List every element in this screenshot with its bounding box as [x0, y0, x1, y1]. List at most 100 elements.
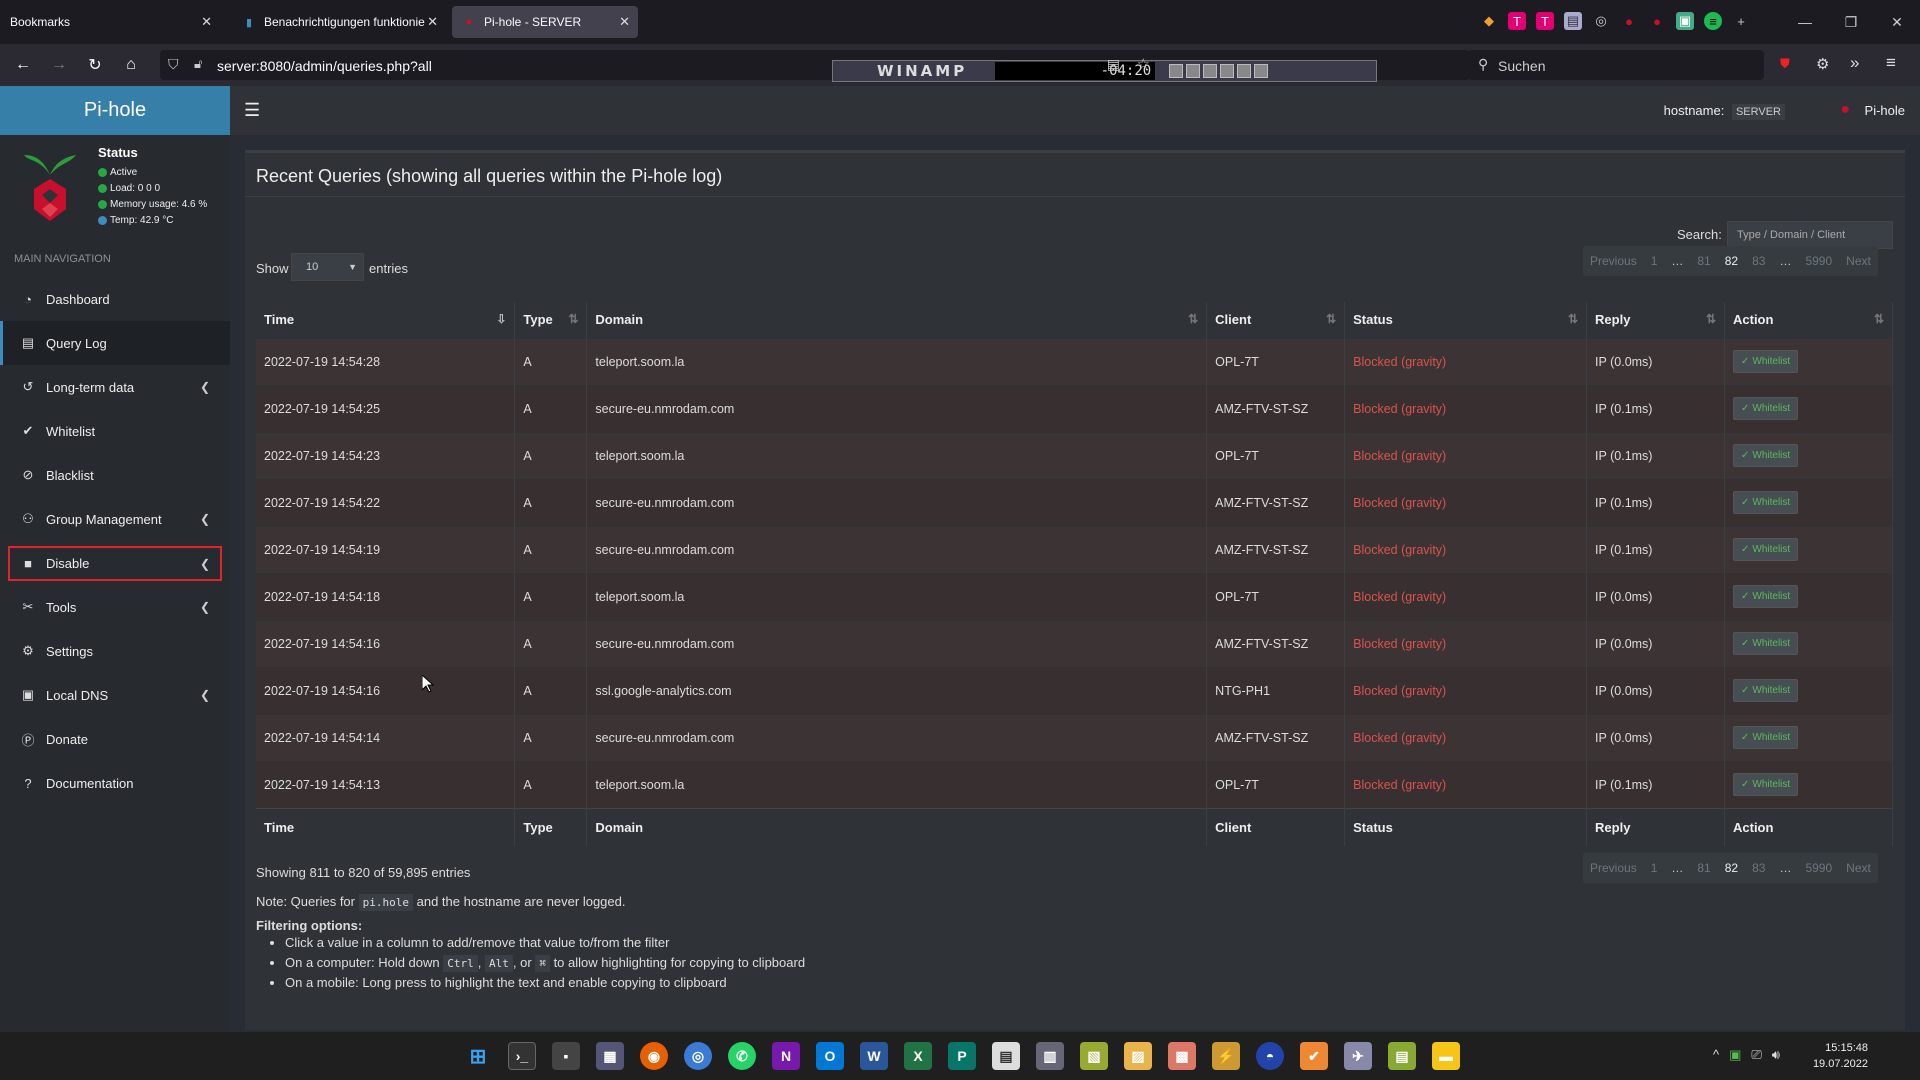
word-icon[interactable]: W — [860, 1042, 888, 1070]
chevron-up-icon[interactable]: ^ — [1713, 1047, 1719, 1063]
column-header-reply[interactable]: Reply ⇅ — [1586, 302, 1725, 338]
entries-select[interactable]: 10 ▼ — [291, 253, 364, 281]
tab-pihole[interactable]: ● Pi-hole - SERVER ✕ — [452, 6, 638, 38]
cell-type[interactable]: A — [514, 713, 588, 761]
hamburger-icon[interactable]: ☰ — [244, 100, 260, 121]
cell-client[interactable]: AMZ-FTV-ST-SZ — [1206, 525, 1346, 573]
pager-page[interactable]: 5990 — [1798, 853, 1839, 883]
whitelist-button[interactable]: ✓ Whitelist — [1733, 773, 1799, 796]
app-icon[interactable]: ▨ — [1124, 1042, 1152, 1070]
pager-page[interactable]: 1 — [1644, 246, 1665, 276]
sidebar-item-tools[interactable]: ✂ Tools ❮ — [0, 585, 230, 629]
eject-icon[interactable] — [1254, 64, 1269, 78]
pager-page[interactable]: 83 — [1745, 246, 1772, 276]
whitelist-button[interactable]: ✓ Whitelist — [1733, 397, 1799, 420]
cell-status[interactable]: Blocked (gravity) — [1344, 431, 1588, 479]
calculator-icon[interactable]: ▦ — [596, 1042, 624, 1070]
app-icon[interactable]: ▪ — [552, 1042, 580, 1070]
sidebar-item-disable[interactable]: ■ Disable ❮ — [8, 546, 222, 581]
app-icon[interactable]: ◓ — [1256, 1042, 1284, 1070]
globe-icon[interactable]: ◎ — [1592, 12, 1610, 30]
cell-status[interactable]: Blocked (gravity) — [1344, 384, 1588, 432]
cell-type[interactable]: A — [514, 337, 588, 385]
column-header-action[interactable]: Action ⇅ — [1724, 302, 1893, 338]
play-icon[interactable] — [1186, 64, 1201, 78]
extension-icon[interactable]: ▤ — [1564, 12, 1582, 30]
pause-icon[interactable] — [1203, 64, 1218, 78]
cell-reply[interactable]: IP (0.0ms) — [1586, 572, 1725, 620]
tray-app-icon[interactable]: ▣ — [1729, 1047, 1741, 1063]
sidebar-item-query-log[interactable]: ▤ Query Log — [0, 321, 230, 365]
shield-icon[interactable]: ⛉ — [168, 56, 179, 73]
close-icon[interactable]: ✕ — [201, 14, 212, 30]
cell-client[interactable]: OPL-7T — [1206, 431, 1346, 479]
cell-time[interactable]: 2022-07-19 14:54:22 — [256, 478, 516, 526]
cell-status[interactable]: Blocked (gravity) — [1344, 337, 1588, 385]
pager-previous[interactable]: Previous — [1583, 246, 1644, 276]
menu-icon[interactable]: ≡ — [1886, 53, 1896, 73]
sidebar-item-whitelist[interactable]: ✔ Whitelist — [0, 409, 230, 453]
cell-client[interactable]: AMZ-FTV-ST-SZ — [1206, 478, 1346, 526]
explorer-icon[interactable]: ▬ — [1432, 1042, 1460, 1070]
cell-time[interactable]: 2022-07-19 14:54:14 — [256, 713, 516, 761]
cell-type[interactable]: A — [514, 760, 588, 808]
address-bar[interactable]: ⛉ 🔓︎ server:8080/admin/queries.php?all W… — [160, 50, 1470, 82]
app-icon[interactable]: ✔ — [1300, 1042, 1328, 1070]
cell-reply[interactable]: IP (0.1ms) — [1586, 478, 1725, 526]
cell-time[interactable]: 2022-07-19 14:54:18 — [256, 572, 516, 620]
windows-start-icon[interactable]: ⊞ — [464, 1042, 492, 1070]
firefox-icon[interactable]: ◉ — [640, 1042, 668, 1070]
cell-domain[interactable]: teleport.soom.la — [586, 337, 1208, 385]
cell-reply[interactable]: IP (0.0ms) — [1586, 337, 1725, 385]
cell-time[interactable]: 2022-07-19 14:54:13 — [256, 760, 516, 808]
cell-domain[interactable]: secure-eu.nmrodam.com — [586, 619, 1208, 667]
volume-icon[interactable]: 🔊︎ — [1772, 1047, 1780, 1063]
whitelist-button[interactable]: ✓ Whitelist — [1733, 444, 1799, 467]
cell-reply[interactable]: IP (0.1ms) — [1586, 525, 1725, 573]
pager-previous[interactable]: Previous — [1583, 853, 1644, 883]
whitelist-button[interactable]: ✓ Whitelist — [1733, 538, 1799, 561]
cell-domain[interactable]: secure-eu.nmrodam.com — [586, 384, 1208, 432]
cell-status[interactable]: Blocked (gravity) — [1344, 713, 1588, 761]
cell-domain[interactable]: teleport.soom.la — [586, 572, 1208, 620]
column-header-time[interactable]: Time ⇩ — [256, 302, 516, 338]
whitelist-button[interactable]: ✓ Whitelist — [1733, 726, 1799, 749]
sidebar-item-long-term-data[interactable]: ↺ Long-term data ❮ — [0, 365, 230, 409]
pager-current-page[interactable]: 82 — [1718, 853, 1745, 883]
extension-icon[interactable]: T — [1508, 12, 1526, 30]
close-window-icon[interactable]: ✕ — [1874, 0, 1920, 44]
sidebar-item-local-dns[interactable]: ▣ Local DNS ❮ — [0, 673, 230, 717]
winamp-bar[interactable]: WINAMP -04:20 — [832, 60, 1377, 82]
pager-next[interactable]: Next — [1839, 246, 1878, 276]
app-icon[interactable]: ▤ — [1388, 1042, 1416, 1070]
cell-domain[interactable]: secure-eu.nmrodam.com — [586, 713, 1208, 761]
lock-icon[interactable]: 🔓︎ — [194, 56, 202, 72]
cell-type[interactable]: A — [514, 431, 588, 479]
cell-domain[interactable]: ssl.google-analytics.com — [586, 666, 1208, 714]
cell-time[interactable]: 2022-07-19 14:54:23 — [256, 431, 516, 479]
whitelist-button[interactable]: ✓ Whitelist — [1733, 491, 1799, 514]
onenote-icon[interactable]: N — [772, 1042, 800, 1070]
extensions-icon[interactable]: ⚙ — [1816, 55, 1829, 73]
sidebar-item-blacklist[interactable]: ⊘ Blacklist — [0, 453, 230, 497]
search-bar[interactable]: ⚲ Suchen — [1468, 50, 1764, 80]
cell-status[interactable]: Blocked (gravity) — [1344, 619, 1588, 667]
reader-icon[interactable]: ▤ — [1107, 56, 1120, 73]
app-icon[interactable]: ▥ — [1036, 1042, 1064, 1070]
whatsapp-icon[interactable]: ✆ — [728, 1042, 756, 1070]
cell-time[interactable]: 2022-07-19 14:54:16 — [256, 666, 516, 714]
pager-page[interactable]: 1 — [1644, 853, 1665, 883]
next-icon[interactable] — [1237, 64, 1252, 78]
cell-client[interactable]: OPL-7T — [1206, 760, 1346, 808]
app-icon[interactable]: ✈ — [1344, 1042, 1372, 1070]
chat-icon[interactable]: ◎ — [684, 1042, 712, 1070]
cell-type[interactable]: A — [514, 525, 588, 573]
minimize-icon[interactable]: — — [1782, 0, 1828, 44]
extension-icon[interactable]: ◆ — [1480, 12, 1498, 30]
app-icon[interactable]: ▤ — [992, 1042, 1020, 1070]
cell-type[interactable]: A — [514, 666, 588, 714]
whitelist-button[interactable]: ✓ Whitelist — [1733, 585, 1799, 608]
outlook-icon[interactable]: O — [816, 1042, 844, 1070]
sidebar-item-group-management[interactable]: ⚇ Group Management ❮ — [0, 497, 230, 541]
cell-reply[interactable]: IP (0.1ms) — [1586, 760, 1725, 808]
